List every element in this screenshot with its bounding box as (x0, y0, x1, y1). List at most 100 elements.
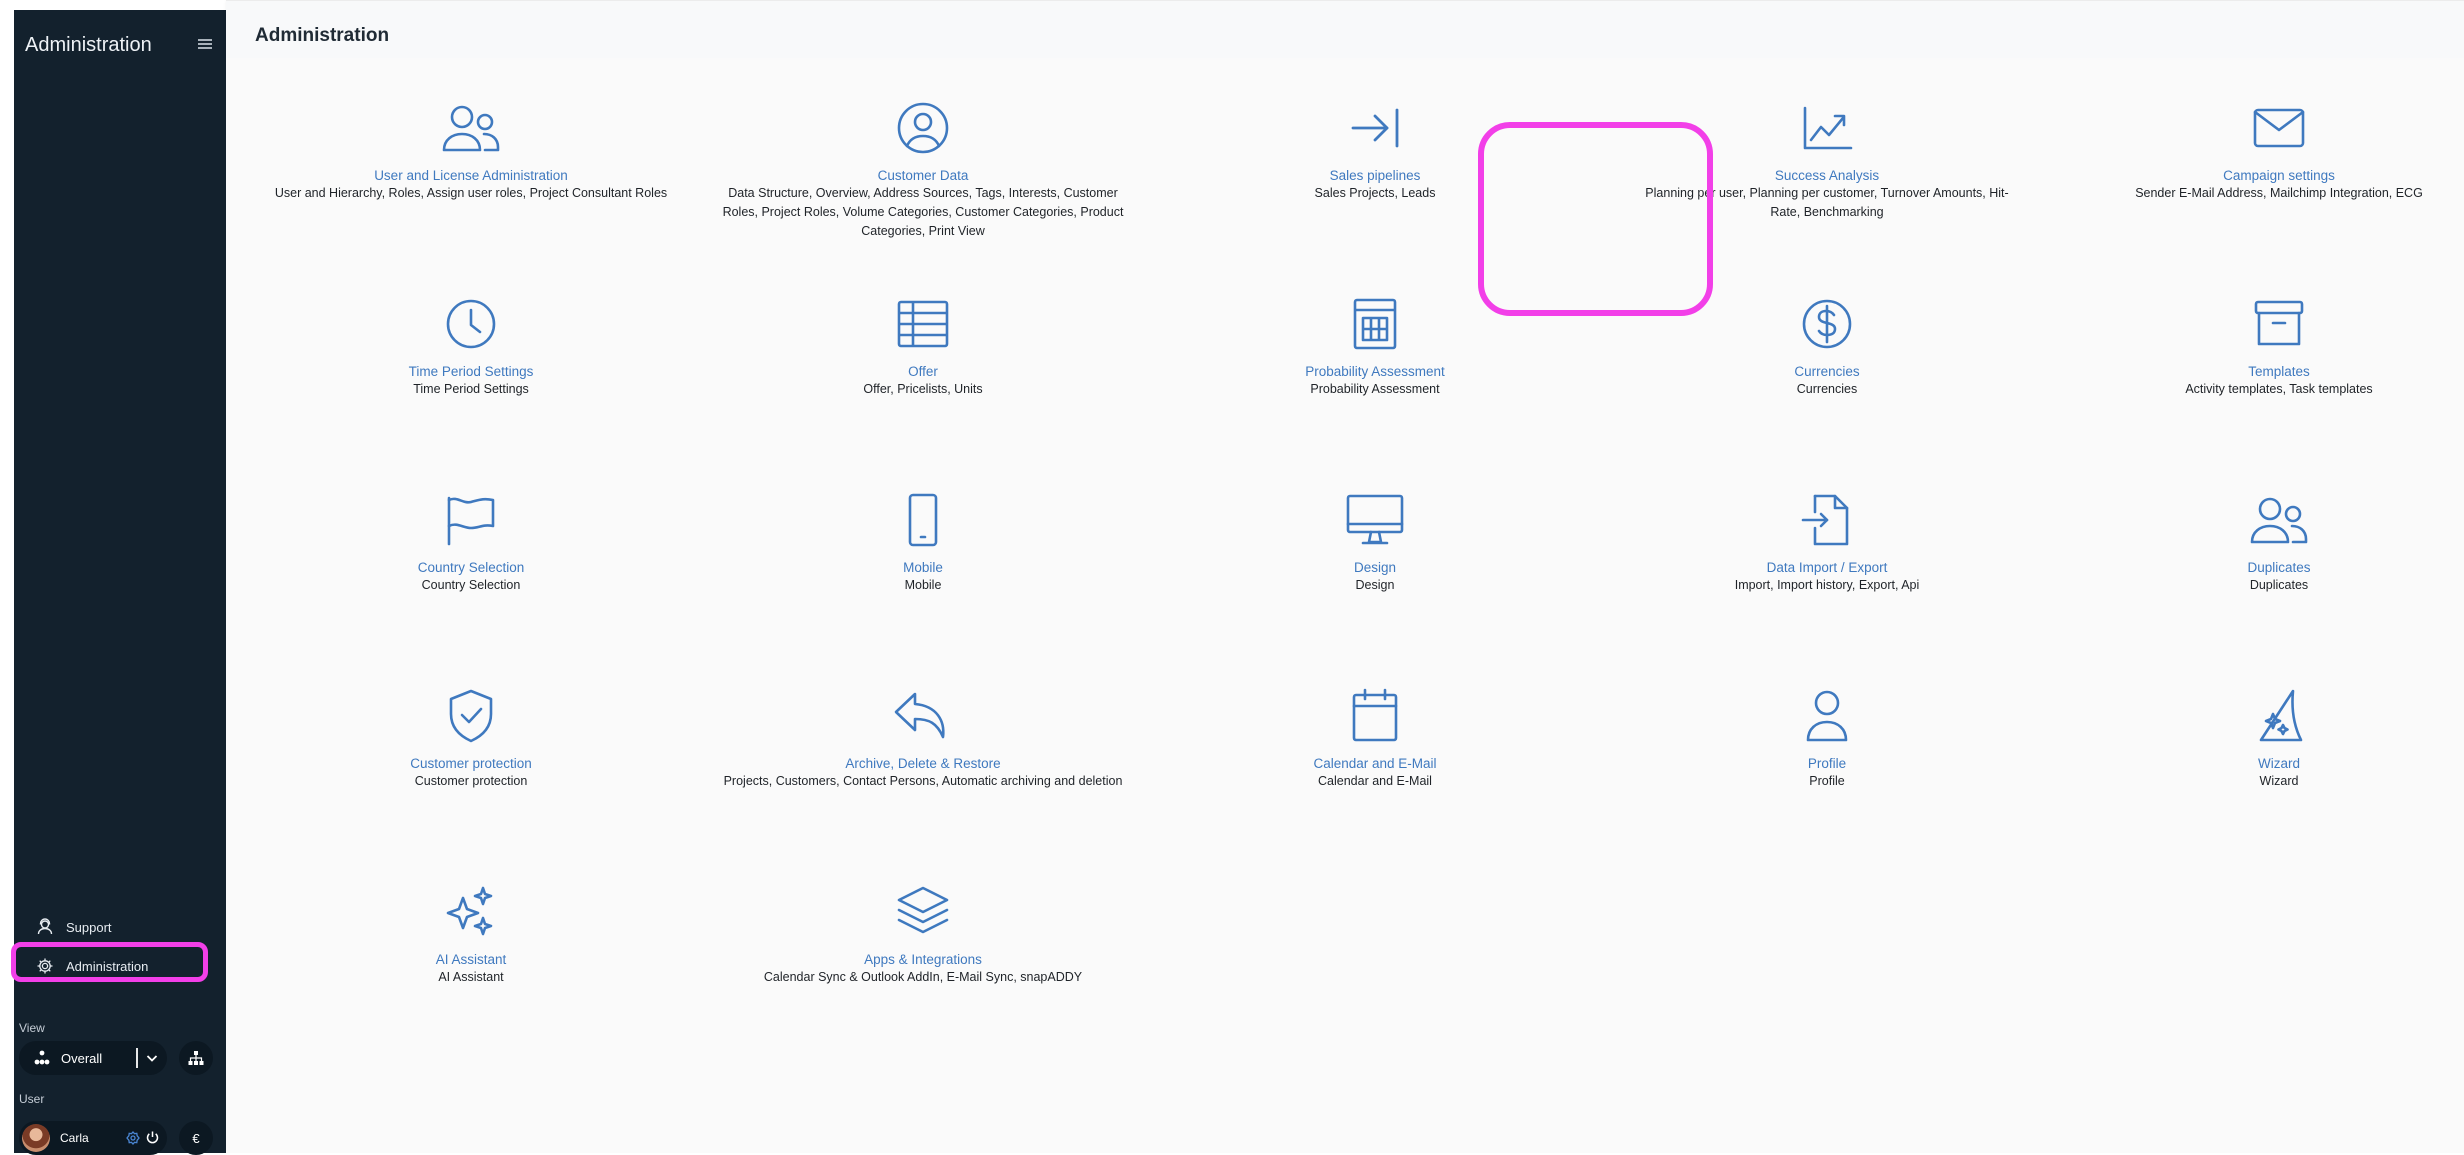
org-structure-button[interactable] (179, 1041, 213, 1075)
tile-wizard[interactable]: Wizard Wizard (2069, 688, 2464, 791)
top-bar: Administration (226, 0, 2464, 59)
tile-description: Calendar and E-Mail (1318, 774, 1432, 788)
tile-customer-data[interactable]: Customer Data Data Structure, Overview, … (713, 100, 1133, 241)
dollar-coin-icon (1802, 299, 1852, 349)
tile-description: Data Structure, Overview, Address Source… (722, 186, 1124, 238)
tile-templates[interactable]: Templates Activity templates, Task templ… (2069, 296, 2464, 399)
tile-title: AI Assistant (435, 952, 507, 967)
tile-time-period-settings[interactable]: Time Period Settings Time Period Setting… (261, 296, 681, 399)
tile-description: Time Period Settings (413, 382, 529, 396)
divider (136, 1048, 138, 1068)
users-duplicate-icon (2250, 497, 2308, 544)
user-icon (1806, 690, 1848, 742)
tile-description: Projects, Customers, Contact Persons, Au… (723, 774, 1123, 788)
tile-description: User and Hierarchy, Roles, Assign user r… (274, 186, 668, 200)
admin-tile-grid: User and License Administration User and… (226, 58, 2464, 1153)
tile-campaign-settings[interactable]: Campaign settings Sender E-Mail Address,… (2069, 100, 2464, 203)
tile-design[interactable]: Design Design (1165, 492, 1585, 595)
tile-customer-protection[interactable]: Customer protection Customer protection (261, 688, 681, 791)
shield-check-icon (449, 689, 493, 743)
user-label: User (19, 1092, 45, 1106)
sidebar-item-label: Support (66, 919, 112, 935)
gear-icon (34, 955, 56, 977)
tile-description: Currencies (1796, 382, 1858, 396)
tile-success-analysis[interactable]: Success Analysis Planning per user, Plan… (1617, 100, 2037, 222)
tile-calendar-email[interactable]: Calendar and E-Mail Calendar and E-Mail (1165, 688, 1585, 791)
tile-description: Duplicates (2249, 578, 2309, 592)
layers-icon (897, 886, 949, 934)
tile-title: Archive, Delete & Restore (845, 756, 1001, 771)
sidebar: Administration Support Administration Vi… (11, 10, 226, 1155)
chevron-down-icon[interactable] (144, 1050, 160, 1066)
tile-title: Success Analysis (1774, 168, 1880, 183)
tile-duplicates[interactable]: Duplicates Duplicates (2069, 492, 2464, 595)
sparkles-icon (446, 886, 493, 936)
tile-description: Sales Projects, Leads (1314, 186, 1436, 200)
view-label: View (19, 1021, 45, 1035)
tile-profile[interactable]: Profile Profile (1617, 688, 2037, 791)
view-value: Overall (61, 1050, 103, 1066)
tile-archive-delete-restore[interactable]: Archive, Delete & Restore Projects, Cust… (713, 688, 1133, 791)
users-icon (442, 105, 500, 152)
tile-user-license-admin[interactable]: User and License Administration User and… (261, 100, 681, 203)
archive-box-icon (2254, 300, 2304, 346)
avatar[interactable] (22, 1124, 50, 1152)
tile-title: Data Import / Export (1766, 560, 1888, 575)
tile-title: Country Selection (417, 560, 525, 575)
sidebar-title: Administration (25, 34, 152, 56)
phone-icon (908, 493, 938, 547)
file-import-icon (1801, 494, 1849, 546)
flag-icon (447, 496, 495, 546)
tile-currencies[interactable]: Currencies Currencies (1617, 296, 2037, 399)
user-circle-icon (897, 102, 949, 154)
currency-symbol: € (192, 1130, 200, 1146)
page-title: Administration (255, 25, 390, 46)
org-chart-icon (188, 1051, 204, 1065)
tile-sales-pipelines[interactable]: Sales pipelines Sales Projects, Leads (1165, 100, 1585, 203)
tile-description: Profile (1809, 774, 1845, 788)
tile-title: Customer Data (877, 168, 969, 183)
tile-title: Time Period Settings (408, 364, 534, 379)
tile-description: Sender E-Mail Address, Mailchimp Integra… (2135, 186, 2423, 200)
support-icon (34, 916, 56, 938)
tile-description: Planning per user, Planning per customer… (1645, 186, 2009, 219)
tile-apps-integrations[interactable]: Apps & Integrations Calendar Sync & Outl… (713, 884, 1133, 987)
chart-trend-icon (1803, 106, 1853, 150)
view-selector[interactable]: Overall (19, 1041, 167, 1075)
sidebar-item-support[interactable]: Support (14, 909, 226, 945)
tile-title: Sales pipelines (1329, 168, 1421, 183)
tile-description: Design (1355, 578, 1395, 592)
user-name: Carla (60, 1131, 89, 1145)
settings-icon[interactable] (126, 1131, 140, 1145)
tile-country-selection[interactable]: Country Selection Country Selection (261, 492, 681, 595)
tile-title: Profile (1807, 756, 1847, 771)
tile-description: Offer, Pricelists, Units (863, 382, 983, 396)
menu-icon[interactable] (196, 36, 216, 56)
tile-description: AI Assistant (438, 970, 504, 984)
tile-title: Apps & Integrations (864, 952, 982, 967)
tile-probability-assessment[interactable]: Probability Assessment Probability Asses… (1165, 296, 1585, 399)
tile-description: Calendar Sync & Outlook AddIn, E-Mail Sy… (763, 970, 1083, 984)
reply-arrow-icon (894, 692, 945, 739)
envelope-icon (2253, 108, 2305, 148)
sidebar-item-label: Administration (66, 958, 149, 974)
tile-data-import-export[interactable]: Data Import / Export Import, Import hist… (1617, 492, 2037, 595)
tile-ai-assistant[interactable]: AI Assistant AI Assistant (261, 884, 681, 987)
tile-title: Mobile (903, 560, 943, 575)
tile-mobile[interactable]: Mobile Mobile (713, 492, 1133, 595)
table-icon (897, 300, 949, 348)
tile-title: Design (1353, 560, 1397, 575)
tile-offer[interactable]: Offer Offer, Pricelists, Units (713, 296, 1133, 399)
user-pill: Carla (19, 1121, 167, 1155)
tile-description: Activity templates, Task templates (2185, 382, 2373, 396)
tile-title: Probability Assessment (1305, 364, 1445, 379)
tile-description: Customer protection (414, 774, 528, 788)
tile-title: Calendar and E-Mail (1313, 756, 1437, 771)
tile-title: Duplicates (2247, 560, 2311, 575)
power-icon[interactable] (145, 1130, 160, 1145)
currency-button[interactable]: € (179, 1121, 213, 1155)
sidebar-item-administration[interactable]: Administration (14, 948, 226, 984)
tile-title: Offer (908, 364, 938, 379)
tile-description: Probability Assessment (1310, 382, 1440, 396)
calendar-icon (1352, 688, 1398, 742)
